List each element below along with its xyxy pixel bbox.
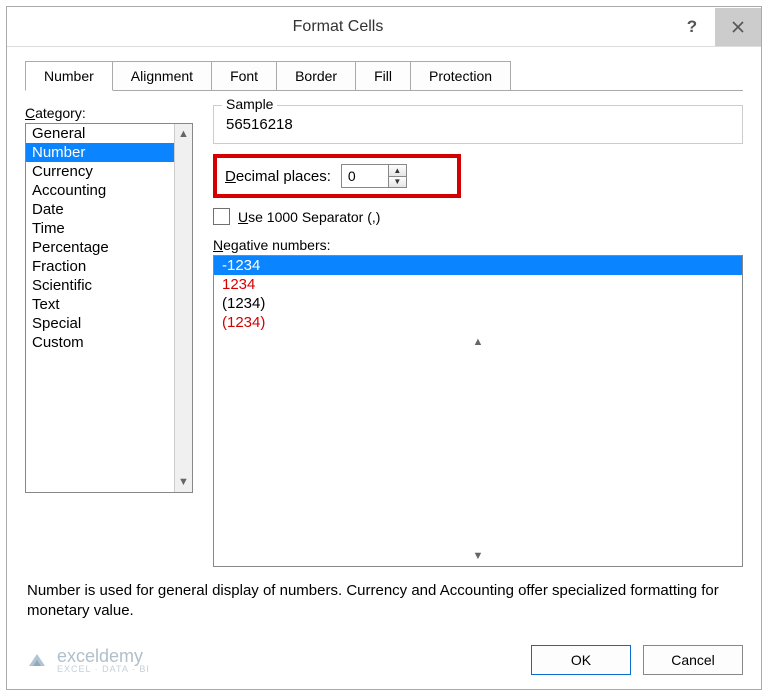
decimal-places-row: Decimal places: ▲ ▼ <box>213 154 461 198</box>
separator-row: Use 1000 Separator (,) <box>213 208 743 225</box>
titlebar: Format Cells ? <box>7 7 761 47</box>
category-item-fraction[interactable]: Fraction <box>26 257 192 276</box>
category-column: Category: General Number Currency Accoun… <box>25 105 193 567</box>
category-item-special[interactable]: Special <box>26 314 192 333</box>
close-icon <box>732 21 744 33</box>
decimal-places-input[interactable] <box>342 165 388 187</box>
negative-item-0[interactable]: -1234 <box>214 256 742 275</box>
tab-bar: Number Alignment Font Border Fill Protec… <box>25 61 743 91</box>
watermark-icon <box>25 648 49 672</box>
separator-checkbox[interactable] <box>213 208 230 225</box>
dialog-footer: exceldemy EXCEL · DATA · BI OK Cancel <box>7 635 761 689</box>
tab-fill[interactable]: Fill <box>355 61 411 90</box>
category-label: Category: <box>25 105 193 121</box>
scrollbar-down-icon[interactable]: ▼ <box>214 546 742 566</box>
category-item-scientific[interactable]: Scientific <box>26 276 192 295</box>
negative-item-2[interactable]: (1234) <box>214 294 742 313</box>
spinner-down-icon[interactable]: ▼ <box>389 177 406 188</box>
decimal-places-label: Decimal places: <box>225 168 331 185</box>
decimal-places-spinner[interactable]: ▲ ▼ <box>341 164 407 188</box>
help-button[interactable]: ? <box>669 8 715 46</box>
close-button[interactable] <box>715 8 761 46</box>
ok-button[interactable]: OK <box>531 645 631 675</box>
category-item-accounting[interactable]: Accounting <box>26 181 192 200</box>
category-description: Number is used for general display of nu… <box>25 567 743 626</box>
category-listbox[interactable]: General Number Currency Accounting Date … <box>25 123 193 493</box>
negative-scrollbar[interactable]: ▲ ▼ <box>214 332 742 352</box>
category-item-currency[interactable]: Currency <box>26 162 192 181</box>
negative-numbers-listbox[interactable]: -1234 1234 (1234) (1234) ▲ ▼ <box>213 255 743 567</box>
negative-item-1[interactable]: 1234 <box>214 275 742 294</box>
cancel-button[interactable]: Cancel <box>643 645 743 675</box>
negative-item-3[interactable]: (1234) <box>214 313 742 332</box>
sample-group: Sample 56516218 <box>213 105 743 144</box>
sample-label: Sample <box>222 96 277 112</box>
watermark-sub: EXCEL · DATA · BI <box>57 665 150 674</box>
tab-font[interactable]: Font <box>211 61 277 90</box>
sample-value: 56516218 <box>224 116 732 133</box>
category-item-percentage[interactable]: Percentage <box>26 238 192 257</box>
settings-column: Sample 56516218 Decimal places: ▲ ▼ <box>213 105 743 567</box>
category-item-custom[interactable]: Custom <box>26 333 192 352</box>
category-scrollbar[interactable]: ▲ ▼ <box>174 124 192 492</box>
scrollbar-down-icon[interactable]: ▼ <box>175 472 192 492</box>
negative-numbers-label: Negative numbers: <box>213 237 743 253</box>
tab-protection[interactable]: Protection <box>410 61 511 90</box>
category-item-time[interactable]: Time <box>26 219 192 238</box>
dialog-content: Number Alignment Font Border Fill Protec… <box>7 47 761 635</box>
category-list-inner: General Number Currency Accounting Date … <box>26 124 192 352</box>
scrollbar-up-icon[interactable]: ▲ <box>214 332 742 352</box>
main-panel: Category: General Number Currency Accoun… <box>25 91 743 567</box>
footer-buttons: OK Cancel <box>531 645 743 675</box>
separator-label: Use 1000 Separator (,) <box>238 209 380 225</box>
scrollbar-up-icon[interactable]: ▲ <box>175 124 192 144</box>
dialog-title: Format Cells <box>7 18 669 36</box>
format-cells-dialog: Format Cells ? Number Alignment Font Bor… <box>6 6 762 690</box>
tab-alignment[interactable]: Alignment <box>112 61 212 90</box>
category-item-date[interactable]: Date <box>26 200 192 219</box>
watermark: exceldemy EXCEL · DATA · BI <box>25 647 150 674</box>
tab-number[interactable]: Number <box>25 61 113 91</box>
category-item-general[interactable]: General <box>26 124 192 143</box>
watermark-brand: exceldemy <box>57 647 150 665</box>
tab-border[interactable]: Border <box>276 61 356 90</box>
category-item-text[interactable]: Text <box>26 295 192 314</box>
spinner-up-icon[interactable]: ▲ <box>389 165 406 177</box>
category-item-number[interactable]: Number <box>26 143 192 162</box>
